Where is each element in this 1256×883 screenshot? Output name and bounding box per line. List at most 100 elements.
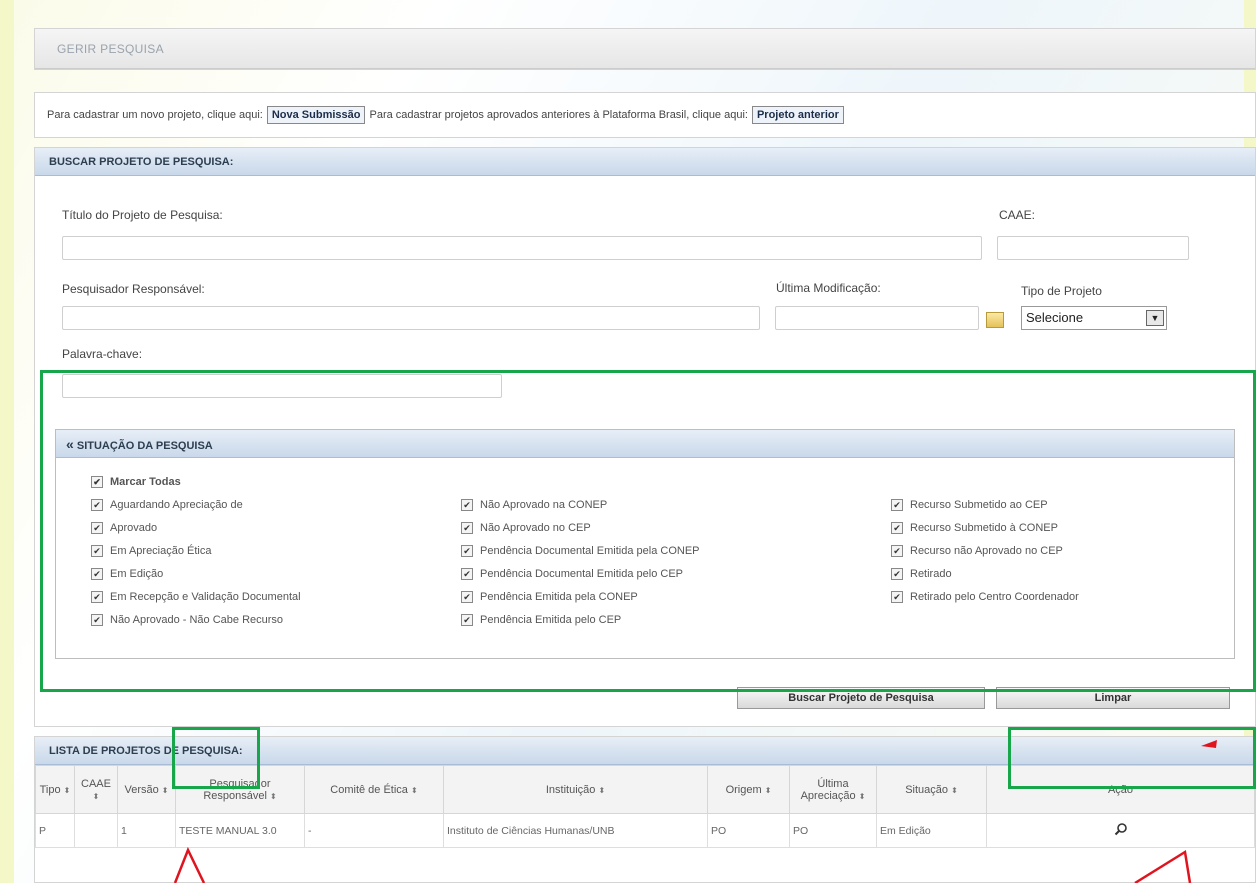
check-icon[interactable]: ✔ [91,568,103,580]
check-icon[interactable]: ✔ [461,499,473,511]
intro-bar: Para cadastrar um novo projeto, clique a… [34,92,1256,138]
check-icon[interactable]: ✔ [461,614,473,626]
cell-caae [74,813,118,848]
column-header-acao: Ação [986,765,1255,814]
column-header-tipo[interactable]: Tipo ⬍ [35,765,75,814]
column-header-instituicao[interactable]: Instituição ⬍ [443,765,708,814]
situacao-checkbox[interactable]: ✔ Pendência Documental Emitida pela CONEP [461,545,700,557]
column-header-comite[interactable]: Comitê de Ética ⬍ [304,765,444,814]
situacao-checkbox[interactable]: ✔ Não Aprovado na CONEP [461,499,607,511]
tipo-projeto-label: Tipo de Projeto [1021,284,1102,298]
check-icon[interactable]: ✔ [91,522,103,534]
table-header-row: Tipo ⬍ CAAE ⬍ Versão ⬍ Pesquisador Respo… [35,765,1255,814]
tipo-projeto-value: Selecione [1026,310,1084,325]
caae-input[interactable] [997,236,1189,260]
check-icon[interactable]: ✔ [91,614,103,626]
check-icon[interactable]: ✔ [91,545,103,557]
situacao-checkbox-label: Pendência Emitida pelo CEP [480,614,622,626]
situacao-checkbox-label: Não Aprovado no CEP [480,522,591,534]
check-icon[interactable]: ✔ [461,545,473,557]
situacao-checkbox[interactable]: ✔ Retirado pelo Centro Coordenador [891,591,1079,603]
intro-text-new: Para cadastrar um novo projeto, clique a… [47,109,263,121]
situacao-section-title[interactable]: « SITUAÇÃO DA PESQUISA [56,430,1234,458]
situacao-checkbox[interactable]: ✔ Pendência Documental Emitida pelo CEP [461,568,683,580]
check-icon[interactable]: ✔ [891,545,903,557]
check-icon[interactable]: ✔ [461,522,473,534]
results-panel: LISTA DE PROJETOS DE PESQUISA: Tipo ⬍ CA… [34,736,1256,883]
column-header-origem[interactable]: Origem ⬍ [707,765,790,814]
situacao-checkbox[interactable]: ✔ Pendência Emitida pelo CEP [461,614,621,626]
column-header-versao[interactable]: Versão ⬍ [117,765,176,814]
check-icon[interactable]: ✔ [891,522,903,534]
check-icon[interactable]: ✔ [91,499,103,511]
check-icon[interactable]: ✔ [91,591,103,603]
column-header-caae[interactable]: CAAE ⬍ [74,765,118,814]
marcar-todas-checkbox[interactable]: ✔ Marcar Todas [91,476,181,488]
search-panel: BUSCAR PROJETO DE PESQUISA: Título do Pr… [34,147,1256,727]
pesquisador-label: Pesquisador Responsável: [62,282,205,296]
situacao-checkbox-label: Recurso não Aprovado no CEP [910,545,1063,557]
cell-instituicao: Instituto de Ciências Humanas/UNB [443,813,708,848]
situacao-checkbox[interactable]: ✔ Retirado [891,568,952,580]
check-icon[interactable]: ✔ [891,568,903,580]
collapse-icon[interactable]: « [66,436,74,452]
magnifier-icon[interactable] [1114,822,1128,836]
cell-versao: 1 [117,813,176,848]
marcar-todas-label: Marcar Todas [110,476,181,488]
search-section-title: BUSCAR PROJETO DE PESQUISA: [35,148,1255,176]
results-section-title: LISTA DE PROJETOS DE PESQUISA: [35,737,1255,765]
check-icon[interactable]: ✔ [461,568,473,580]
cell-acao [986,813,1255,848]
situacao-checkbox-label: Retirado pelo Centro Coordenador [910,591,1079,603]
ultima-modificacao-input[interactable] [775,306,979,330]
intro-text-previous: Para cadastrar projetos aprovados anteri… [369,109,748,121]
situacao-checkbox[interactable]: ✔ Em Apreciação Ética [91,545,212,557]
column-header-pesquisador[interactable]: Pesquisador Responsável ⬍ [175,765,305,814]
situacao-checkbox-label: Não Aprovado na CONEP [480,499,608,511]
buscar-projeto-button[interactable]: Buscar Projeto de Pesquisa [737,687,985,709]
limpar-button[interactable]: Limpar [996,687,1230,709]
cell-origem: PO [707,813,790,848]
palavra-chave-input[interactable] [62,374,502,398]
check-icon[interactable]: ✔ [891,499,903,511]
projeto-anterior-button[interactable]: Projeto anterior [751,106,844,124]
situacao-checkbox[interactable]: ✔ Não Aprovado - Não Cabe Recurso [91,614,283,626]
situacao-checkbox[interactable]: ✔ Não Aprovado no CEP [461,522,591,534]
check-icon[interactable]: ✔ [461,591,473,603]
situacao-checkbox-label: Aprovado [110,522,158,534]
column-header-ultima-apreciacao[interactable]: Última Apreciação ⬍ [789,765,877,814]
situacao-checkbox[interactable]: ✔ Recurso Submetido à CONEP [891,522,1058,534]
cell-ultima: PO [789,813,877,848]
calendar-icon[interactable] [986,312,1004,328]
tipo-projeto-select[interactable]: Selecione ▼ [1021,306,1167,330]
cell-pesquisador: TESTE MANUAL 3.0 [175,813,305,848]
table-row: P 1 TESTE MANUAL 3.0 - Instituto de Ciên… [35,813,1255,848]
titulo-label: Título do Projeto de Pesquisa: [62,208,223,222]
situacao-checkbox-label: Em Edição [110,568,164,580]
background-strip-left [0,0,14,883]
chevron-down-icon[interactable]: ▼ [1146,310,1164,326]
situacao-checkbox[interactable]: ✔ Recurso Submetido ao CEP [891,499,1048,511]
titulo-input[interactable] [62,236,982,260]
situacao-checkbox-label: Aguardando Apreciação de [110,499,243,511]
check-icon[interactable]: ✔ [91,476,103,488]
situacao-checkbox[interactable]: ✔ Aguardando Apreciação de [91,499,243,511]
nova-submissao-button[interactable]: Nova Submissão [266,106,366,124]
column-header-situacao[interactable]: Situação ⬍ [876,765,987,814]
situacao-checkbox-label: Em Recepção e Validação Documental [110,591,301,603]
check-icon[interactable]: ✔ [891,591,903,603]
situacao-checkbox[interactable]: ✔ Em Recepção e Validação Documental [91,591,301,603]
situacao-checkbox[interactable]: ✔ Em Edição [91,568,163,580]
pesquisador-input[interactable] [62,306,760,330]
palavra-chave-label: Palavra-chave: [62,347,143,361]
situacao-checkbox-label: Retirado [910,568,952,580]
situacao-title-text: SITUAÇÃO DA PESQUISA [76,440,213,452]
situacao-checkbox[interactable]: ✔ Aprovado [91,522,157,534]
situacao-checkbox[interactable]: ✔ Recurso não Aprovado no CEP [891,545,1063,557]
ultima-modificacao-label: Última Modificação: [776,281,881,295]
situacao-checkbox-label: Recurso Submetido ao CEP [910,499,1048,511]
situacao-panel: « SITUAÇÃO DA PESQUISA ✔ Marcar Todas ✔ A… [55,429,1235,659]
situacao-checkbox-label: Não Aprovado - Não Cabe Recurso [110,614,284,626]
situacao-checkbox[interactable]: ✔ Pendência Emitida pela CONEP [461,591,638,603]
cell-comite: - [304,813,444,848]
